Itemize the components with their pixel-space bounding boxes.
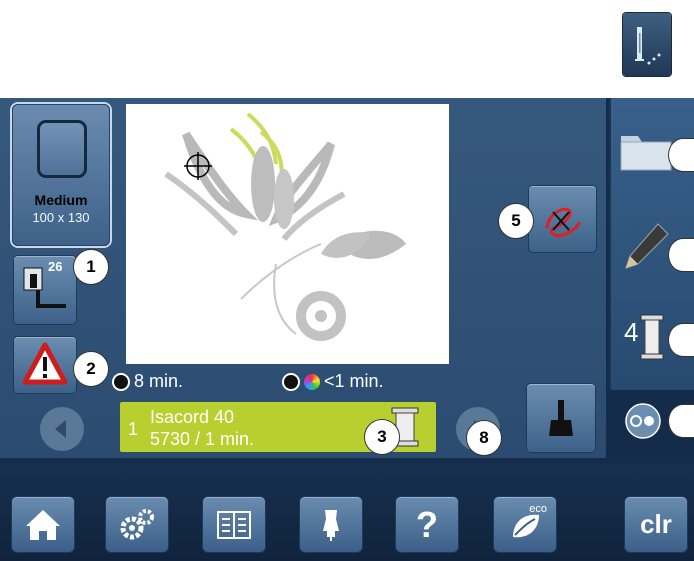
help-label: ?: [416, 503, 438, 545]
warning-icon: [23, 342, 67, 385]
record-button[interactable]: [612, 394, 674, 448]
clear-button[interactable]: clr: [625, 497, 687, 552]
clear-label: clr: [640, 509, 672, 539]
eco-label: eco: [529, 503, 547, 515]
stitch-out-button[interactable]: [529, 186, 596, 252]
presser-foot-button[interactable]: 26: [14, 256, 76, 324]
badge-5: 5: [498, 203, 534, 239]
eco-button[interactable]: eco: [494, 497, 556, 552]
embroidery-preview[interactable]: [126, 104, 449, 364]
pencil-icon: [625, 223, 669, 269]
spool-icon: [640, 314, 664, 360]
hoop-icon: [37, 120, 87, 178]
gears-icon: [120, 508, 154, 539]
folder-icon: [620, 136, 672, 171]
brush-icon: [549, 400, 573, 436]
clock-icon: [112, 372, 130, 391]
machine-screen: Medium 100 x 130 26 1 2 8 min. <1 min. 5…: [0, 98, 694, 561]
stitch-path-icon: [545, 207, 581, 237]
edge-marker: [668, 238, 694, 272]
stitch-icon: [623, 13, 671, 76]
badge-3: 3: [364, 419, 400, 455]
edge-marker: [668, 138, 694, 172]
warning-button[interactable]: [14, 337, 76, 393]
thread-count: 4: [624, 317, 639, 347]
tutorial-button[interactable]: [203, 497, 265, 552]
badge-1: 1: [73, 249, 109, 285]
consultant-button[interactable]: [300, 497, 362, 552]
record-icon: [625, 403, 661, 439]
book-icon: [217, 510, 251, 539]
prev-color-button[interactable]: [40, 407, 84, 451]
hoop-button[interactable]: Medium 100 x 130: [12, 104, 110, 246]
edge-marker: [668, 323, 694, 357]
clock-icon: [282, 372, 300, 391]
badge-8: 8: [466, 420, 502, 456]
palette-icon: [304, 373, 320, 390]
help-button[interactable]: ?: [396, 497, 458, 552]
folder-button[interactable]: [618, 128, 674, 176]
thread-index: 1: [128, 419, 139, 439]
home-icon: [26, 509, 60, 540]
thread-code: 5730 / 1 min.: [150, 429, 255, 449]
home-button[interactable]: [12, 497, 74, 552]
edge-marker: [668, 404, 694, 438]
presser-foot-number: 26: [48, 259, 63, 274]
thread-name: Isacord 40: [150, 407, 235, 427]
edit-button[interactable]: [618, 218, 674, 274]
brush-button[interactable]: [527, 384, 595, 452]
badge-2: 2: [73, 351, 109, 387]
bottom-bar: ? eco clr: [0, 463, 694, 561]
hoop-size: 100 x 130: [32, 210, 90, 225]
hoop-label: Medium: [34, 192, 88, 208]
settings-button[interactable]: [106, 497, 168, 552]
total-time: 8 min.: [134, 371, 184, 391]
dress-form-icon: [323, 509, 339, 541]
color-change-time: <1 min.: [324, 371, 384, 391]
